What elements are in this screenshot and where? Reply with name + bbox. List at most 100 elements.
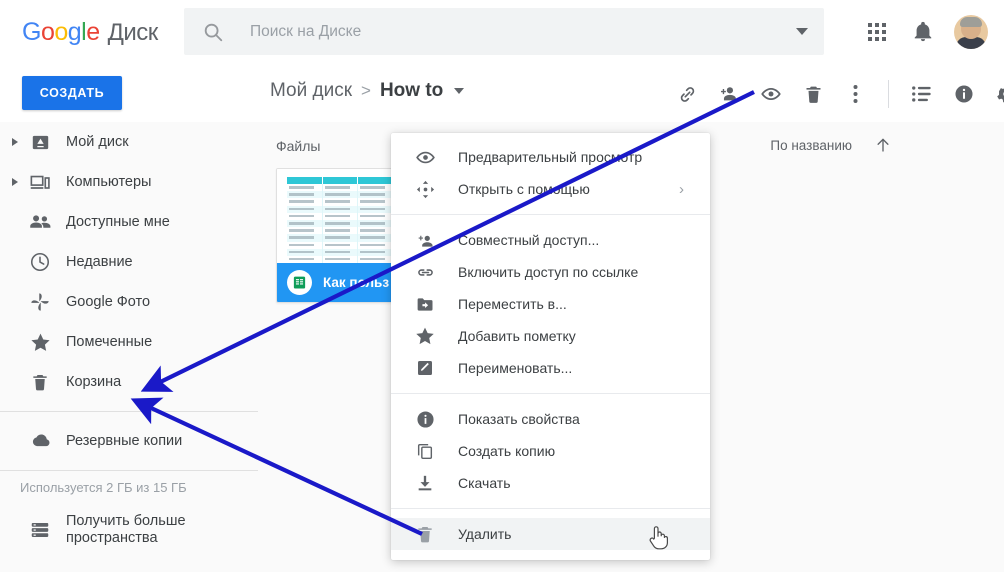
sidebar-item-label: Помеченные <box>66 334 153 350</box>
expand-triangle-icon[interactable] <box>8 175 22 189</box>
sub-toolbar: СОЗДАТЬ Мой диск > How to <box>0 64 1004 122</box>
breadcrumb-root[interactable]: Мой диск <box>270 80 352 102</box>
chevron-down-icon[interactable] <box>454 88 465 94</box>
toolbar-actions <box>668 75 1004 113</box>
context-menu-item-get-link[interactable]: Включить доступ по ссылке <box>391 256 710 288</box>
chevron-right-icon[interactable]: › <box>679 182 684 197</box>
download-icon <box>413 471 437 495</box>
context-menu-item-share[interactable]: Совместный доступ... <box>391 224 710 256</box>
app-header: Google Диск <box>0 0 1004 64</box>
sidebar-item-label: Google Фото <box>66 294 151 310</box>
move-to-folder-icon <box>413 292 437 316</box>
star-icon <box>28 330 52 354</box>
notifications-bell-icon[interactable] <box>902 11 944 53</box>
sidebar-item-label: Недавние <box>66 254 133 270</box>
chevron-down-icon[interactable] <box>796 28 808 35</box>
google-sheets-icon <box>287 270 312 295</box>
trash-icon[interactable] <box>794 75 832 113</box>
context-menu-item-label: Предварительный просмотр <box>458 149 643 165</box>
google-drive-logo[interactable]: Google Диск <box>22 18 158 47</box>
computer-icon <box>28 170 52 194</box>
people-icon <box>28 210 52 234</box>
info-icon[interactable] <box>945 75 983 113</box>
context-menu-item-preview[interactable]: Предварительный просмотр <box>391 141 710 173</box>
sidebar-item-label: Корзина <box>66 374 122 390</box>
storage-bars-icon <box>28 518 52 542</box>
eye-preview-icon[interactable] <box>752 75 790 113</box>
context-menu-item-label: Удалить <box>458 526 512 542</box>
sort-control[interactable]: По названию <box>770 136 892 154</box>
photos-pinwheel-icon <box>28 290 52 314</box>
clock-icon <box>28 250 52 274</box>
add-person-icon[interactable] <box>710 75 748 113</box>
sidebar: Мой диск Компьютеры Доступные мне Недавн… <box>0 122 258 572</box>
context-menu-divider <box>391 214 710 215</box>
sidebar-item-starred[interactable]: Помеченные <box>0 322 258 362</box>
context-menu-item-label: Переместить в... <box>458 296 567 312</box>
context-menu-item-move-to[interactable]: Переместить в... <box>391 288 710 320</box>
context-menu-item-label: Переименовать... <box>458 360 573 376</box>
upgrade-storage-button[interactable]: Получить больше пространства <box>0 507 258 553</box>
sidebar-item-my-drive[interactable]: Мой диск <box>0 122 258 162</box>
upgrade-storage-label: Получить больше пространства <box>66 513 186 546</box>
context-menu-item-download[interactable]: Скачать <box>391 467 710 499</box>
cloud-icon <box>28 429 52 453</box>
context-menu-divider <box>391 393 710 394</box>
trash-icon <box>28 370 52 394</box>
storage-usage-text: Используется 2 ГБ из 15 ГБ <box>20 480 187 495</box>
breadcrumb-separator: > <box>361 81 371 100</box>
logo-product-name: Диск <box>107 18 159 46</box>
context-menu-item-label: Совместный доступ... <box>458 232 600 248</box>
sidebar-item-label: Мой диск <box>66 134 129 150</box>
add-person-icon <box>413 228 437 252</box>
list-view-icon[interactable] <box>903 75 941 113</box>
context-menu-item-label: Скачать <box>458 475 511 491</box>
breadcrumb: Мой диск > How to <box>270 80 465 102</box>
sidebar-item-computers[interactable]: Компьютеры <box>0 162 258 202</box>
toolbar-divider <box>888 80 889 108</box>
sort-label: По названию <box>770 137 852 153</box>
context-menu-item-label: Создать копию <box>458 443 556 459</box>
rename-pencil-icon <box>413 356 437 380</box>
eye-preview-icon <box>413 145 437 169</box>
context-menu-item-label: Показать свойства <box>458 411 580 427</box>
context-menu-divider <box>391 508 710 509</box>
sidebar-divider <box>0 470 258 471</box>
sidebar-divider <box>0 411 258 412</box>
context-menu-item-add-star[interactable]: Добавить пометку <box>391 320 710 352</box>
create-button[interactable]: СОЗДАТЬ <box>22 76 122 110</box>
google-drive-window: GoogleДиск СО <box>0 0 1004 572</box>
settings-gear-icon[interactable] <box>987 75 1004 113</box>
context-menu-item-label: Открыть с помощью <box>458 181 590 197</box>
breadcrumb-current[interactable]: How to <box>380 80 443 102</box>
files-section-title: Файлы <box>276 138 321 154</box>
search-input[interactable] <box>250 22 796 41</box>
context-menu-item-open-with[interactable]: Открыть с помощью › <box>391 173 710 205</box>
link-icon[interactable] <box>668 75 706 113</box>
file-card-title: Как польз <box>323 275 390 290</box>
more-vert-icon[interactable] <box>836 75 874 113</box>
open-with-icon <box>413 177 437 201</box>
drive-icon <box>28 130 52 154</box>
sidebar-item-google-photos[interactable]: Google Фото <box>0 282 258 322</box>
sidebar-item-backups[interactable]: Резервные копии <box>0 421 258 461</box>
context-menu-item-properties[interactable]: Показать свойства <box>391 403 710 435</box>
trash-icon <box>413 522 437 546</box>
context-menu-item-rename[interactable]: Переименовать... <box>391 352 710 384</box>
header-actions <box>856 0 994 64</box>
sidebar-item-korzina[interactable]: Корзина <box>0 362 258 402</box>
expand-triangle-icon[interactable] <box>8 135 22 149</box>
info-icon <box>413 407 437 431</box>
apps-grid-icon[interactable] <box>856 11 898 53</box>
arrow-up-icon[interactable] <box>874 136 892 154</box>
sidebar-item-shared-with-me[interactable]: Доступные мне <box>0 202 258 242</box>
account-avatar[interactable] <box>954 15 988 49</box>
sidebar-item-label: Резервные копии <box>66 433 183 449</box>
sidebar-item-recent[interactable]: Недавние <box>0 242 258 282</box>
star-icon <box>413 324 437 348</box>
search-bar[interactable] <box>184 8 824 55</box>
sidebar-item-label: Доступные мне <box>66 214 170 230</box>
search-icon <box>202 21 224 43</box>
sidebar-item-label: Компьютеры <box>66 174 152 190</box>
context-menu-item-make-copy[interactable]: Создать копию <box>391 435 710 467</box>
